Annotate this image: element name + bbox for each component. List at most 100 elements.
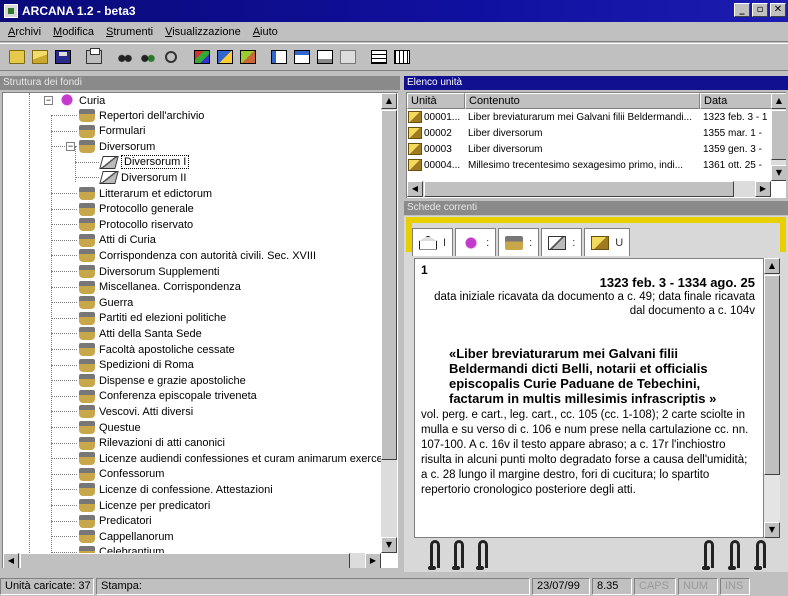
unit-list-horizontal-scrollbar[interactable]: ◀ ▶ [407, 181, 771, 197]
tree-horizontal-scrollbar[interactable]: ◀ ▶ [3, 553, 381, 568]
tree-node[interactable]: Confessorum [79, 467, 164, 482]
tree-vertical-scrollbar[interactable]: ▲ ▼ [381, 93, 397, 553]
tree-node[interactable]: Miscellanea. Corrispondenza [79, 280, 241, 295]
column-header-date[interactable]: Data [700, 93, 772, 109]
unit-row[interactable]: 00003 Liber diversorum 1359 gen. 3 - [407, 142, 771, 157]
collapse-toggle[interactable]: − [66, 142, 75, 152]
tree-node[interactable]: Corrispondenza con autorità civili. Sec.… [79, 248, 316, 263]
tree-node[interactable]: Dispense e grazie apostoliche [79, 373, 246, 388]
scroll-thumb[interactable] [764, 275, 780, 475]
view-top-button[interactable] [291, 46, 313, 68]
tree-node[interactable]: Formulari [79, 124, 145, 139]
scroll-left-button[interactable]: ◀ [407, 181, 423, 197]
view-disabled-button[interactable] [337, 46, 359, 68]
tree-node[interactable]: Diversorum Supplementi [79, 264, 219, 279]
tab-letter: : [486, 236, 490, 249]
unit-row[interactable]: 00004... Millesimo trecentesimo sexagesim… [407, 158, 771, 173]
tree-node[interactable]: Atti di Curia [79, 233, 156, 248]
tree-node[interactable]: Guerra [79, 295, 133, 310]
unit-row[interactable]: 00001... Liber breviaturarum mei Galvani … [407, 110, 771, 125]
menu-aiuto[interactable]: Aiuto [253, 26, 278, 38]
scroll-right-button[interactable]: ▶ [755, 181, 771, 197]
tab-sottoserie[interactable]: : [541, 228, 583, 256]
tree-node[interactable]: Facoltà apostoliche cessate [79, 342, 235, 357]
scroll-thumb[interactable] [771, 110, 786, 160]
collapse-curia-toggle[interactable]: − [44, 96, 53, 105]
tree-node[interactable]: Vescovi. Atti diversi [79, 404, 193, 419]
print-button[interactable] [83, 46, 105, 68]
new-archive-button[interactable] [6, 46, 28, 68]
tree-node[interactable]: Litterarum et edictorum [79, 186, 212, 201]
zoom-button[interactable] [160, 46, 182, 68]
open-button[interactable] [29, 46, 51, 68]
tree-node[interactable]: Atti della Santa Sede [79, 326, 202, 341]
scroll-thumb[interactable] [424, 181, 734, 197]
color-brush-icon [240, 50, 256, 64]
tab-unita[interactable]: U [584, 228, 631, 256]
tree-node[interactable]: Licenze per predicatori [79, 498, 210, 513]
menu-archivi[interactable]: Archivi [8, 26, 41, 38]
grid-cols-button[interactable] [391, 46, 413, 68]
binder-ring-icon [428, 540, 440, 570]
tree-node[interactable]: Rilevazioni di atti canonici [79, 436, 225, 451]
tab-curia[interactable]: : [455, 228, 497, 256]
scroll-up-button[interactable]: ▲ [771, 93, 786, 109]
find-button[interactable] [114, 46, 136, 68]
save-button[interactable] [52, 46, 74, 68]
unit-icon [408, 127, 422, 139]
scroll-down-button[interactable]: ▼ [771, 165, 786, 181]
tree-node-curia[interactable]: Curia [59, 93, 105, 108]
tree-node[interactable]: Diversorum [79, 139, 155, 154]
find-next-button[interactable] [137, 46, 159, 68]
menu-strumenti[interactable]: Strumenti [106, 26, 153, 38]
fill-button[interactable] [214, 46, 236, 68]
tree-node[interactable]: Cappellanorum [79, 529, 174, 544]
tree-node-label: Protocollo generale [99, 203, 194, 216]
tree-node[interactable]: Repertori dell'archivio [79, 108, 204, 123]
tree-node[interactable]: Predicatori [79, 514, 152, 529]
view-bottom-button[interactable] [314, 46, 336, 68]
maximize-button[interactable]: ▫ [752, 3, 768, 17]
scroll-down-button[interactable]: ▼ [381, 537, 397, 553]
unit-row[interactable]: 00002 Liber diversorum 1355 mar. 1 - [407, 126, 771, 141]
tree-node[interactable]: Diversorum II [99, 170, 186, 185]
view-top-icon [294, 50, 310, 64]
brush-button[interactable] [237, 46, 259, 68]
tab-serie[interactable]: : [498, 228, 540, 256]
tree-node[interactable]: Protocollo generale [79, 202, 194, 217]
scroll-up-button[interactable]: ▲ [764, 258, 780, 274]
tree-node-label: Rilevazioni di atti canonici [99, 437, 225, 450]
record-sheet: 1 1323 feb. 3 - 1334 ago. 25 data inizia… [414, 258, 764, 538]
scroll-thumb[interactable] [381, 110, 397, 460]
tree-node[interactable]: Conferenza episcopale triveneta [79, 389, 257, 404]
column-header-unit[interactable]: Unità [407, 93, 465, 109]
scroll-thumb[interactable] [20, 553, 350, 568]
record-vertical-scrollbar[interactable]: ▲ ▼ [764, 258, 780, 538]
tree-node[interactable]: Protocollo riservato [79, 217, 193, 232]
grid-rows-button[interactable] [368, 46, 390, 68]
minimize-button[interactable]: _ [734, 3, 750, 17]
unit-list-vertical-scrollbar[interactable]: ▲ ▼ [771, 93, 786, 181]
tree-node[interactable]: Questue [79, 420, 141, 435]
tree-node[interactable]: Diversorum I [99, 155, 190, 170]
scroll-right-button[interactable]: ▶ [365, 553, 381, 568]
tree-node[interactable]: Licenze audiendi confessiones et curam a… [79, 451, 386, 466]
column-header-content[interactable]: Contenuto [465, 93, 700, 109]
unit-icon [408, 159, 422, 171]
palette-button[interactable] [191, 46, 213, 68]
tab-fondo[interactable]: I [412, 228, 454, 256]
tree-node-label: Diversorum I [121, 155, 190, 170]
tree-node[interactable]: Licenze di confessione. Attestazioni [79, 482, 273, 497]
fonds-tree[interactable]: − Curia Repertori dell'archivio Formulari… [2, 92, 398, 568]
menu-modifica[interactable]: Modifica [53, 26, 94, 38]
tree-node[interactable]: Spedizioni di Roma [79, 358, 194, 373]
scroll-left-button[interactable]: ◀ [3, 553, 19, 568]
menu-visualizzazione[interactable]: Visualizzazione [165, 26, 241, 38]
unit-list[interactable]: Unità Contenuto Data 00001... Liber brevi… [406, 92, 786, 198]
scroll-up-button[interactable]: ▲ [381, 93, 397, 109]
scroll-down-button[interactable]: ▼ [764, 522, 780, 538]
view-left-button[interactable] [268, 46, 290, 68]
close-button[interactable]: ✕ [770, 3, 786, 17]
date-cell: 1355 mar. 1 - [703, 128, 762, 139]
tree-node[interactable]: Partiti ed elezioni politiche [79, 311, 226, 326]
